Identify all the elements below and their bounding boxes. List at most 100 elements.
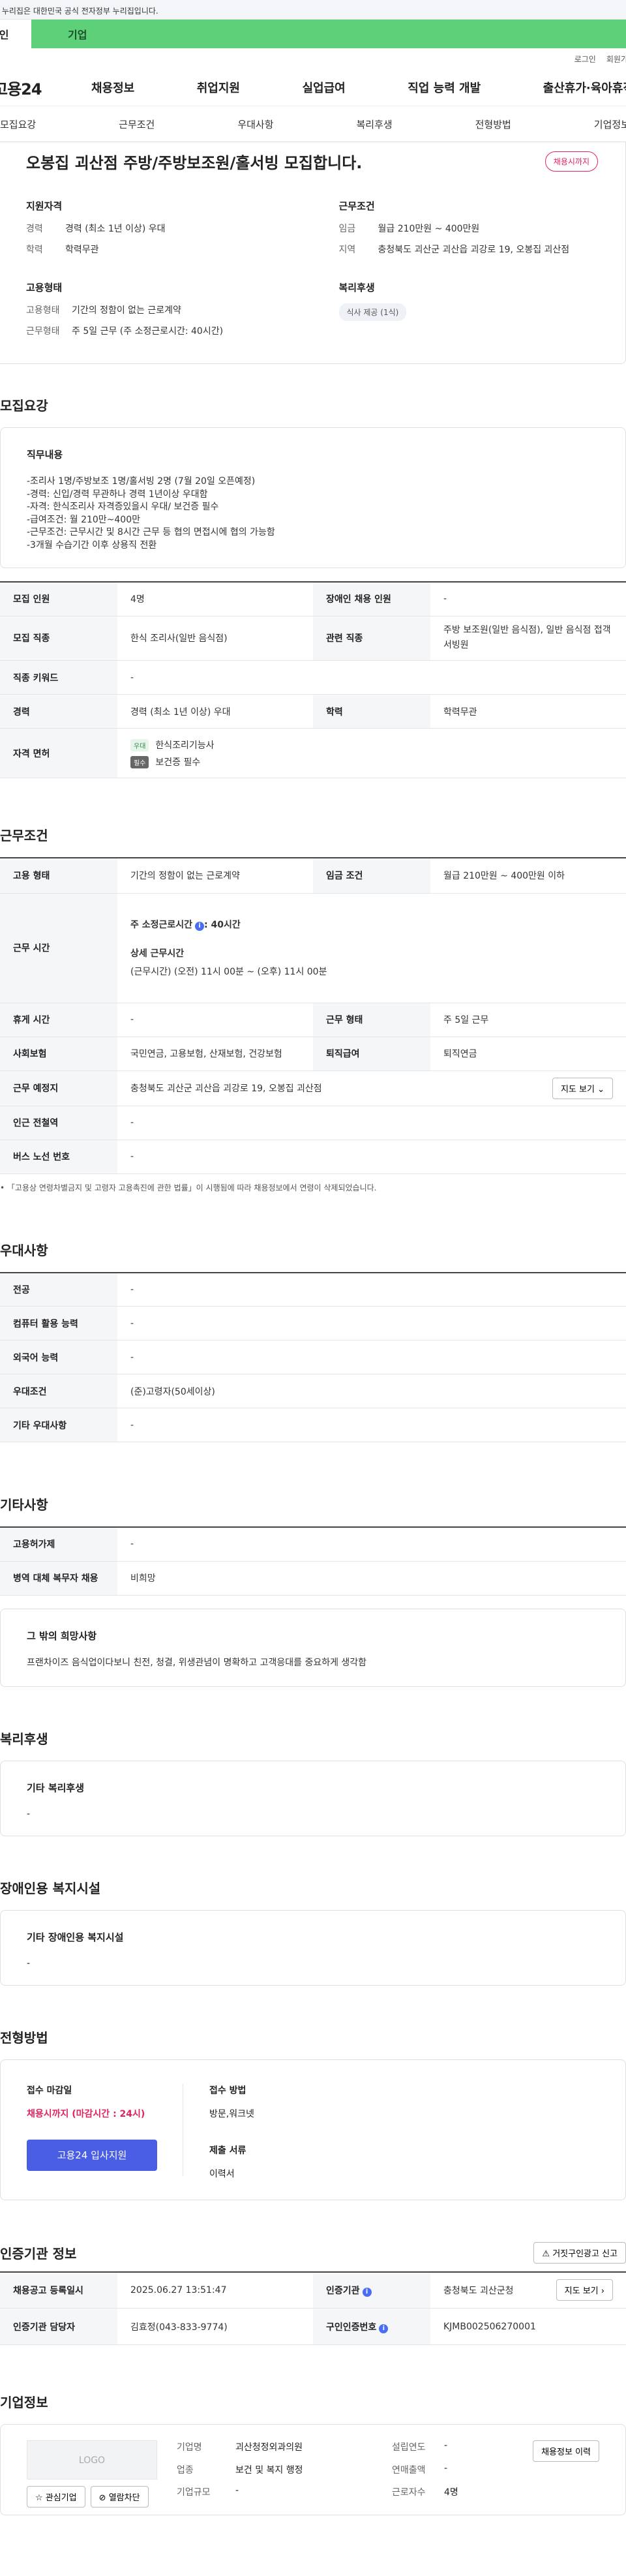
tab-recruit[interactable]: 모집요강 [0,117,36,131]
star-icon: ☆ [35,2493,43,2504]
cert-num-label: 구인인증번호 i [313,2308,430,2346]
gnb-menu: 채용정보 취업지원 실업급여 직업 능력 개발 출산휴가·육아휴직 [91,79,626,96]
docs-value: 이력서 [209,2168,235,2179]
pref-table: 전공 - 컴퓨터 활용 능력 - 외국어 능력 - 우대조건 (준)고령자(50세이상)… [0,1271,626,1443]
hours-detail: (근무시간) (오전) 11시 00분 ~ (오후) 11시 00분 [130,967,327,978]
tab-person[interactable]: 개인 [0,20,31,48]
career-value: 경력 (최소 1년 이상) 우대 [65,224,166,234]
break-value: - [117,1003,313,1037]
main-nav: 고용24 채용정보 취업지원 실업급여 직업 능력 개발 출산휴가·육아휴직 [0,69,626,106]
welfare-heading: 복리후생 [338,282,375,294]
selection-section: 전형방법 접수 마감일 채용시까지 (마감시간 : 24시) 고용24 입사지원… [0,2027,626,2200]
gnb-item-parental-leave[interactable]: 출산휴가·육아휴직 [543,79,626,96]
selection-heading: 전형방법 [0,2029,48,2046]
job-value: 한식 조리사(일반 음식점) [117,616,313,661]
license-item: 우대 한식조리기능사 [130,738,613,751]
cert-org-value: 충청북도 괴산군청 [443,2285,514,2296]
hours-cell: 주 소정근로시간 i: 40시간 상세 근무시간 (근무시간) (오전) 11시 … [117,893,626,1003]
tab-business[interactable]: 기업 [31,20,626,48]
place-value: 충청북도 괴산군 괴산읍 괴강로 19, 오봉집 괴산점 [130,1083,322,1095]
join-link[interactable]: 회원가입 [606,53,626,65]
welfare-chip: 식사 제공 (1식) [338,303,407,321]
map-button[interactable]: 지도 보기 ⌄ [552,1077,613,1099]
gnb-item-unemployment-benefit[interactable]: 실업급여 [303,79,346,96]
wage-row-value: 월급 210만원 ~ 400만원 이하 [430,858,626,894]
deadline-heading: 접수 마감일 [27,2085,72,2096]
gnb-item-jobs[interactable]: 채용정보 [91,79,134,96]
info-icon[interactable]: i [362,2287,372,2297]
employment-type-value: 기간의 정함이 없는 근로계약 [72,305,181,316]
qualification-group: 지원자격 경력 경력 (최소 1년 이상) 우대 학력 학력무관 [26,199,313,264]
required-tag: 필수 [130,755,149,768]
job-summary-card: 오봉집 괴산점 주방/주방보조원/홀서빙 모집합니다. 채용시까지 지원자격 경… [0,142,626,364]
site-logo[interactable]: 고용24 [0,76,91,99]
qualification-heading: 지원자격 [26,200,63,212]
info-icon[interactable]: i [379,2324,389,2333]
condition-group: 근무조건 임금 월급 210만원 ~ 400만원 지역 충청북도 괴산군 괴산읍 괴… [339,199,626,264]
docs-heading: 제출 서류 [209,2145,246,2156]
related-jobs-value: 주방 보조원(일반 음식점), 일반 음식점 접객 서빙원 [430,616,626,661]
gov-notice-text: 이 누리집은 대한민국 공식 전자정부 누리집입니다. [0,7,158,16]
education-value: 학력무관 [65,245,99,255]
language-value: - [117,1340,626,1375]
condition-heading: 근무조건 [338,200,375,212]
tab-work-conditions[interactable]: 근무조건 [119,117,155,131]
recruit-heading: 모집요강 [0,398,48,414]
etc-heading: 기타사항 [0,1497,48,1513]
duty-text: -조리사 1명/주방보조 1명/홀서빙 2명 (7월 20일 오픈예정) -경력… [27,476,275,551]
recruit-section: 모집요강 직무내용 -조리사 1명/주방보조 1명/홀서빙 2명 (7월 20일… [0,395,626,779]
pref-etc-value: - [117,1408,626,1443]
login-link[interactable]: 로그인 [574,53,596,65]
cert-org-label: 인증기관 i [313,2271,430,2309]
utility-links: 로그인 회원가입 [0,48,626,69]
employment-heading: 고용형태 [26,282,63,294]
tab-selection[interactable]: 전형방법 [475,117,511,131]
welfare-section-heading: 복리후생 [0,1731,48,1747]
section-tabs: 모집요강 근무조건 우대사항 복리후생 전형방법 기업정보 [0,106,626,142]
welfare-group: 복리후생 식사 제공 (1식) [338,280,626,345]
favorite-button[interactable]: ☆ 관심기업 [27,2486,85,2508]
info-icon[interactable]: i [195,922,205,932]
etc-table: 고용허가제 - 병역 대체 복무자 채용 비희망 [0,1526,626,1596]
block-icon: ⊘ [98,2493,106,2504]
work-form-value: 주 5일 근무 (주 소정근로시간: 40시간) [72,326,224,337]
deadline-value: 채용시까지 (마감시간 : 24시) [27,2108,145,2119]
industry-value: 보건 및 복지 행정 [235,2464,303,2476]
chevron-right-icon: › [601,2286,604,2297]
method-col: 접수 방법 방문,워크넷 제출 서류 이력서 [183,2084,254,2179]
job-title: 오봉집 괴산점 주방/주방보조원/홀서빙 모집합니다. [26,154,363,172]
area-value: 충청북도 괴산군 괴산읍 괴강로 19, 오봉집 괴산점 [378,245,570,255]
disabled-heading: 장애인용 복지시설 [0,1880,101,1896]
gnb-item-skills-development[interactable]: 직업 능력 개발 [408,79,481,96]
deadline-col: 접수 마감일 채용시까지 (마감시간 : 24시) 고용24 입사지원 [27,2083,183,2176]
method-heading: 접수 방법 [209,2085,246,2096]
military-value: 비희망 [117,1561,626,1596]
welfare-box-value: - [27,1808,31,1819]
disabled-box-heading: 기타 장애인용 복지시설 [27,1931,124,1943]
company-box: LOGO ☆ 관심기업 ⊘ 열람차단 기업명 괴산청정외과의원 설립연도 - 업종 보… [0,2424,626,2516]
method-value: 방문,워크넷 [209,2108,254,2119]
company-logo: LOGO [27,2440,157,2480]
education-row-value: 학력무관 [430,694,626,729]
history-button[interactable]: 채용정보 이력 [533,2440,599,2462]
gnb-item-employment-support[interactable]: 취업지원 [197,79,240,96]
welfare-box: 기타 복리후생 - [0,1760,626,1836]
disabled-box: 기타 장애인용 복지시설 - [0,1909,626,1986]
tab-welfare[interactable]: 복리후생 [356,117,392,131]
report-button[interactable]: ⚠ 거짓구인광고 신고 [533,2241,626,2264]
cert-table: 채용공고 등록일시 2025.06.27 13:51:47 인증기관 i 충청북도… [0,2271,626,2346]
block-button[interactable]: ⊘ 열람차단 [90,2486,149,2508]
logo-col: LOGO ☆ 관심기업 ⊘ 열람차단 [27,2440,170,2508]
insurance-value: 국민연금, 고용보험, 산재보험, 건강보험 [117,1037,313,1071]
sales-value: - [444,2462,448,2474]
computer-value: - [117,1306,626,1341]
manager-value: 김효정(043-833-9774) [117,2308,313,2346]
employees-value: 4명 [444,2487,458,2498]
tab-company[interactable]: 기업정보 [594,117,626,131]
major-value: - [117,1272,626,1307]
apply-button[interactable]: 고용24 입사지원 [27,2139,157,2171]
pref-condition-value: (준)고령자(50세이상) [117,1374,626,1409]
org-map-button[interactable]: 지도 보기 › [556,2279,613,2301]
welfare-section: 복리후생 기타 복리후생 - [0,1729,626,1836]
tab-preferences[interactable]: 우대사항 [237,117,273,131]
